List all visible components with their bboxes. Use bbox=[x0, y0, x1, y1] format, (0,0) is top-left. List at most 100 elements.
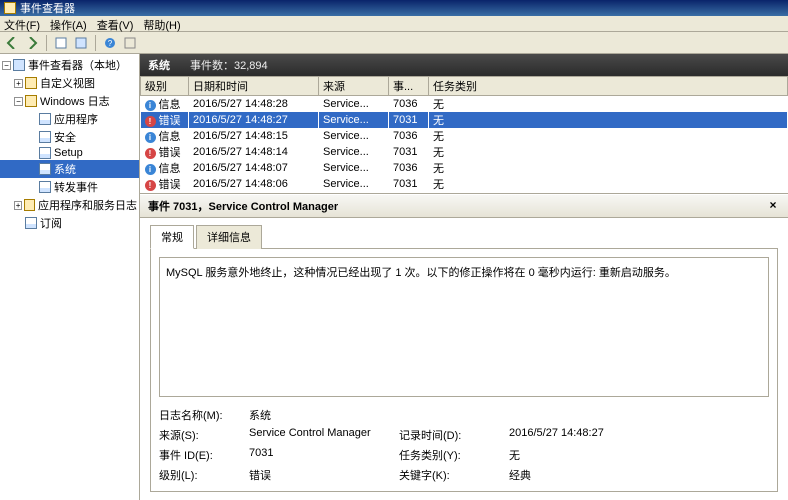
action-button[interactable] bbox=[53, 35, 69, 51]
tree-system[interactable]: 系统 bbox=[0, 160, 139, 178]
tree-label: Setup bbox=[54, 147, 83, 159]
table-row[interactable]: !错误2016/5/27 14:48:27Service...7031无 bbox=[141, 112, 788, 128]
menubar: 文件(F) 操作(A) 查看(V) 帮助(H) bbox=[0, 16, 788, 32]
field-label: 级别(L): bbox=[159, 467, 239, 483]
close-detail-button[interactable]: × bbox=[766, 199, 780, 213]
view-button[interactable] bbox=[122, 35, 138, 51]
toolbar-separator bbox=[46, 35, 47, 51]
field-label: 关键字(K): bbox=[399, 467, 499, 483]
tree-app-services[interactable]: + 应用程序和服务日志 bbox=[0, 196, 139, 214]
col-level[interactable]: 级别 bbox=[141, 77, 189, 96]
table-row[interactable]: !错误2016/5/27 14:48:06Service...7031无 bbox=[141, 176, 788, 192]
collapse-icon[interactable]: − bbox=[2, 61, 11, 70]
menu-action[interactable]: 操作(A) bbox=[50, 17, 87, 30]
col-eventid[interactable]: 事... bbox=[389, 77, 429, 96]
forward-button[interactable] bbox=[24, 35, 40, 51]
tab-details[interactable]: 详细信息 bbox=[196, 225, 262, 249]
field-value: 经典 bbox=[509, 467, 669, 483]
subscription-icon bbox=[25, 217, 37, 229]
field-value: 7031 bbox=[249, 447, 389, 463]
table-row[interactable]: i信息2016/5/27 14:48:15Service...7036无 bbox=[141, 128, 788, 144]
table-header-row: 级别 日期和时间 来源 事... 任务类别 bbox=[141, 77, 788, 96]
event-count: 事件数：32,894 bbox=[190, 57, 268, 73]
field-value: 系统 bbox=[249, 407, 389, 423]
error-icon: ! bbox=[145, 148, 156, 159]
log-icon bbox=[39, 163, 51, 175]
info-icon: i bbox=[145, 132, 156, 143]
tree-security[interactable]: 安全 bbox=[0, 128, 139, 146]
list-title: 系统 bbox=[148, 57, 170, 73]
info-icon: i bbox=[145, 164, 156, 175]
tree-label: 系统 bbox=[54, 161, 76, 177]
collapse-icon[interactable]: − bbox=[14, 97, 23, 106]
tree-setup[interactable]: Setup bbox=[0, 146, 139, 160]
content-pane: 系统 事件数：32,894 级别 日期和时间 来源 事... 任务类别 i信息2… bbox=[140, 54, 788, 500]
help-button[interactable]: ? bbox=[102, 35, 118, 51]
detail-title: 事件 7031，Service Control Manager bbox=[148, 198, 338, 214]
window-titlebar: 事件查看器 bbox=[0, 0, 788, 16]
tree-label: 安全 bbox=[54, 129, 76, 145]
col-category[interactable]: 任务类别 bbox=[429, 77, 788, 96]
menu-view[interactable]: 查看(V) bbox=[97, 17, 134, 30]
tree-windows-logs[interactable]: − Windows 日志 bbox=[0, 92, 139, 110]
folder-icon bbox=[24, 199, 35, 211]
tree-label: 应用程序和服务日志 bbox=[38, 197, 137, 213]
tree-label: 应用程序 bbox=[54, 111, 98, 127]
field-label: 记录时间(D): bbox=[399, 427, 499, 443]
tree-custom-views[interactable]: + 自定义视图 bbox=[0, 74, 139, 92]
table-row[interactable]: i信息2016/5/27 14:48:07Service...7036无 bbox=[141, 160, 788, 176]
field-label: 事件 ID(E): bbox=[159, 447, 239, 463]
event-description[interactable]: MySQL 服务意外地终止，这种情况已经出现了 1 次。以下的修正操作将在 0 … bbox=[159, 257, 769, 397]
properties-button[interactable] bbox=[73, 35, 89, 51]
tree-label: 订阅 bbox=[40, 215, 62, 231]
app-icon bbox=[4, 2, 16, 14]
log-icon bbox=[39, 147, 51, 159]
svg-text:?: ? bbox=[108, 39, 113, 48]
log-icon bbox=[39, 181, 51, 193]
tree-label: 自定义视图 bbox=[40, 75, 95, 91]
col-source[interactable]: 来源 bbox=[319, 77, 389, 96]
toolbar: ? bbox=[0, 32, 788, 54]
tree-label: 转发事件 bbox=[54, 179, 98, 195]
detail-header: 事件 7031，Service Control Manager × bbox=[140, 194, 788, 218]
expand-icon[interactable]: + bbox=[14, 79, 23, 88]
toolbar-separator bbox=[95, 35, 96, 51]
field-value: 无 bbox=[509, 447, 669, 463]
eventviewer-icon bbox=[13, 59, 25, 71]
table-row[interactable]: i信息2016/5/27 14:48:28Service...7036无 bbox=[141, 96, 788, 113]
error-icon: ! bbox=[145, 116, 156, 127]
info-icon: i bbox=[145, 100, 156, 111]
tree-label: Windows 日志 bbox=[40, 93, 110, 109]
field-value: 2016/5/27 14:48:27 bbox=[509, 427, 669, 443]
navigation-tree[interactable]: − 事件查看器（本地） + 自定义视图 − Windows 日志 应用程序 安全 bbox=[0, 54, 140, 500]
tab-panel-general: MySQL 服务意外地终止，这种情况已经出现了 1 次。以下的修正操作将在 0 … bbox=[150, 248, 778, 492]
folder-icon bbox=[25, 95, 37, 107]
expand-icon[interactable]: + bbox=[14, 201, 22, 210]
log-icon bbox=[39, 131, 51, 143]
col-datetime[interactable]: 日期和时间 bbox=[189, 77, 319, 96]
table-row[interactable]: !错误2016/5/27 14:48:14Service...7031无 bbox=[141, 144, 788, 160]
field-label: 日志名称(M): bbox=[159, 407, 239, 423]
field-value: Service Control Manager bbox=[249, 427, 389, 443]
event-fields: 日志名称(M): 系统 来源(S): Service Control Manag… bbox=[159, 407, 769, 483]
event-list[interactable]: 级别 日期和时间 来源 事... 任务类别 i信息2016/5/27 14:48… bbox=[140, 76, 788, 194]
folder-icon bbox=[25, 77, 37, 89]
field-label: 任务类别(Y): bbox=[399, 447, 499, 463]
back-button[interactable] bbox=[4, 35, 20, 51]
tree-application[interactable]: 应用程序 bbox=[0, 110, 139, 128]
menu-file[interactable]: 文件(F) bbox=[4, 17, 40, 30]
tree-forwarded[interactable]: 转发事件 bbox=[0, 178, 139, 196]
menu-help[interactable]: 帮助(H) bbox=[143, 17, 180, 30]
field-value: 错误 bbox=[249, 467, 389, 483]
field-label: 来源(S): bbox=[159, 427, 239, 443]
tab-general[interactable]: 常规 bbox=[150, 225, 194, 249]
window-title: 事件查看器 bbox=[20, 0, 75, 16]
list-header: 系统 事件数：32,894 bbox=[140, 54, 788, 76]
tree-subscriptions[interactable]: 订阅 bbox=[0, 214, 139, 232]
detail-tabs: 常规 详细信息 bbox=[140, 218, 788, 248]
tree-label: 事件查看器（本地） bbox=[28, 57, 127, 73]
tree-root[interactable]: − 事件查看器（本地） bbox=[0, 56, 139, 74]
event-table: 级别 日期和时间 来源 事... 任务类别 i信息2016/5/27 14:48… bbox=[140, 76, 788, 194]
error-icon: ! bbox=[145, 180, 156, 191]
log-icon bbox=[39, 113, 51, 125]
